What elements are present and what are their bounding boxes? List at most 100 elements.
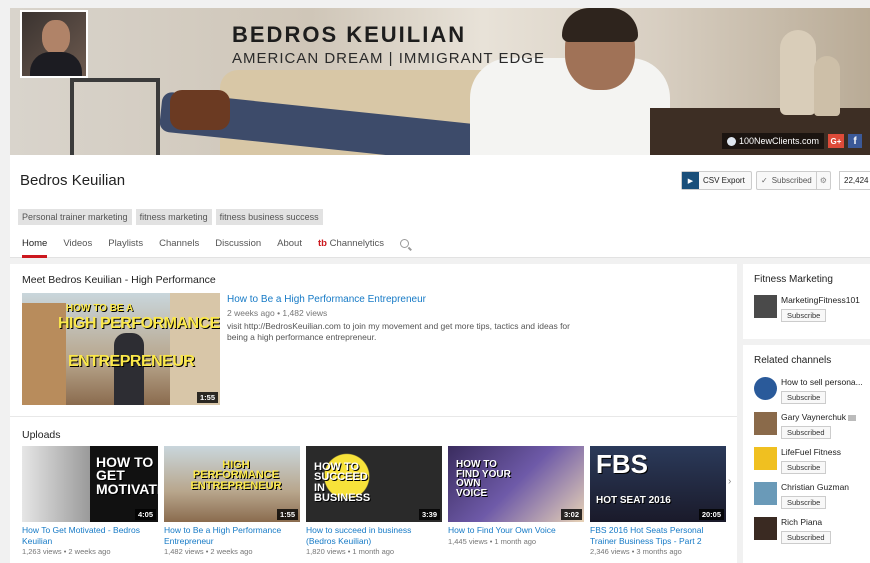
video-thumbnail[interactable]: HOW TO SUCCEED IN BUSINESS 3:39 bbox=[306, 446, 442, 522]
tab-discussion[interactable]: Discussion bbox=[215, 238, 261, 258]
tab-channelytics-label: Channelytics bbox=[329, 238, 384, 249]
website-link-label: 100NewClients.com bbox=[738, 136, 819, 146]
video-title[interactable]: FBS 2016 Hot Seats Personal Trainer Busi… bbox=[590, 525, 726, 546]
channel-item-name[interactable]: How to sell persona... bbox=[781, 377, 863, 387]
banner-hair bbox=[562, 8, 638, 42]
channel-item-name[interactable]: Gary Vaynerchuk bbox=[781, 412, 857, 422]
video-duration: 1:55 bbox=[276, 509, 298, 520]
video-duration: 3:02 bbox=[560, 509, 582, 520]
subscribe-button[interactable]: Subscribe bbox=[781, 461, 827, 474]
thumb-text: HIGH PERFORMANCE bbox=[58, 315, 220, 332]
video-thumbnail[interactable]: FBS HOT SEAT 2016 20:05 bbox=[590, 446, 726, 522]
channel-item-name[interactable]: MarketingFitness101 bbox=[781, 295, 860, 305]
channel-item-name[interactable]: LifeFuel Fitness bbox=[781, 447, 841, 457]
video-card[interactable]: HOW TO GET MOTIVATED 4:05 How To Get Mot… bbox=[22, 446, 158, 556]
search-icon[interactable] bbox=[399, 239, 409, 248]
subscribe-button[interactable]: Subscribe bbox=[781, 391, 827, 404]
fitness-marketing-panel: Fitness Marketing MarketingFitness101 Su… bbox=[743, 264, 870, 339]
subscribe-button[interactable]: Subscribe bbox=[781, 496, 827, 509]
channel-tag[interactable]: Personal trainer marketing bbox=[18, 209, 132, 225]
avatar[interactable] bbox=[754, 447, 777, 470]
video-thumbnail[interactable]: HOW TO FIND YOUR OWN VOICE 3:02 bbox=[448, 446, 584, 522]
video-thumbnail[interactable]: HIGH PERFORMANCE ENTREPRENEUR 1:55 bbox=[164, 446, 300, 522]
avatar-body bbox=[30, 52, 82, 76]
channel-item[interactable]: Gary Vaynerchuk Subscribed bbox=[754, 412, 857, 440]
thumb-text: HOW TO GET MOTIVATED bbox=[96, 454, 158, 497]
tab-about[interactable]: About bbox=[277, 238, 302, 258]
thumb-subtext: HOT SEAT 2016 bbox=[596, 495, 671, 506]
subscribed-button[interactable]: Subscribed bbox=[781, 426, 831, 439]
tab-home[interactable]: Home bbox=[22, 238, 48, 258]
csv-export-button[interactable]: ▶ CSV Export bbox=[681, 171, 752, 190]
related-channels-title: Related channels bbox=[754, 355, 832, 366]
channel-tag[interactable]: fitness marketing bbox=[135, 209, 212, 225]
channel-item[interactable]: Christian Guzman Subscribe bbox=[754, 482, 849, 510]
channel-name: Bedros Keuilian bbox=[20, 172, 126, 189]
subscribe-button[interactable]: Subscribe bbox=[781, 309, 827, 322]
channel-tag[interactable]: fitness business success bbox=[215, 209, 323, 225]
video-meta: 1,820 views • 1 month ago bbox=[306, 547, 395, 556]
video-duration: 1:55 bbox=[196, 392, 218, 403]
thumb-text: HOW TO BE A bbox=[66, 303, 134, 314]
tab-channels[interactable]: Channels bbox=[159, 238, 199, 258]
channel-item[interactable]: MarketingFitness101 Subscribe bbox=[754, 295, 860, 323]
video-thumbnail[interactable]: HOW TO GET MOTIVATED 4:05 bbox=[22, 446, 158, 522]
video-title[interactable]: How to Be a High Performance Entrepreneu… bbox=[164, 525, 300, 546]
avatar[interactable] bbox=[754, 295, 777, 318]
checkmark-icon: ✓ bbox=[761, 176, 768, 185]
channel-item[interactable]: Rich Piana Subscribed bbox=[754, 517, 831, 545]
thumb-text: ENTREPRENEUR bbox=[68, 353, 195, 370]
featured-section-title: Meet Bedros Keuilian - High Performance bbox=[22, 274, 216, 286]
video-card[interactable]: FBS HOT SEAT 2016 20:05 FBS 2016 Hot Sea… bbox=[590, 446, 726, 556]
website-link[interactable]: 100NewClients.com bbox=[721, 133, 824, 149]
tab-videos[interactable]: Videos bbox=[63, 238, 92, 258]
uploads-section-title[interactable]: Uploads bbox=[22, 429, 61, 441]
channel-item[interactable]: LifeFuel Fitness Subscribe bbox=[754, 447, 841, 475]
thumb-text: HIGH PERFORMANCE ENTREPRENEUR bbox=[190, 459, 282, 492]
avatar[interactable] bbox=[754, 482, 777, 505]
featured-video-meta: 2 weeks ago • 1,482 views bbox=[227, 308, 328, 318]
channel-avatar[interactable] bbox=[20, 10, 88, 78]
next-arrow-icon[interactable]: › bbox=[728, 476, 731, 487]
banner-statue bbox=[780, 30, 816, 115]
gear-icon[interactable]: ⚙ bbox=[815, 172, 830, 189]
channel-header: Bedros Keuilian ▶ CSV Export ✓ Subscribe… bbox=[10, 155, 870, 258]
avatar[interactable] bbox=[754, 517, 777, 540]
video-title[interactable]: How to succeed in business (Bedros Keuil… bbox=[306, 525, 442, 546]
csv-export-icon: ▶ bbox=[682, 172, 699, 189]
banner-links: 100NewClients.com G+ f bbox=[721, 133, 862, 149]
thumb-text: HOW TO SUCCEED IN BUSINESS bbox=[314, 461, 371, 505]
section-divider bbox=[10, 416, 737, 417]
channel-item-name[interactable]: Christian Guzman bbox=[781, 482, 849, 492]
tab-playlists[interactable]: Playlists bbox=[108, 238, 143, 258]
subscribed-button[interactable]: ✓ Subscribed ⚙ bbox=[756, 171, 831, 190]
tab-channelytics[interactable]: tb Channelytics bbox=[318, 238, 384, 258]
google-plus-icon[interactable]: G+ bbox=[828, 134, 844, 148]
facebook-icon[interactable]: f bbox=[848, 134, 862, 148]
video-duration: 4:05 bbox=[134, 509, 156, 520]
video-title[interactable]: How to Find Your Own Voice bbox=[448, 525, 584, 536]
video-card[interactable]: HIGH PERFORMANCE ENTREPRENEUR 1:55 How t… bbox=[164, 446, 300, 556]
featured-video-title[interactable]: How to Be a High Performance Entrepreneu… bbox=[227, 294, 426, 305]
subscribed-button[interactable]: Subscribed bbox=[781, 531, 831, 544]
avatar-face bbox=[42, 20, 70, 54]
banner-statue-small bbox=[814, 56, 840, 116]
video-meta: 2,346 views • 3 months ago bbox=[590, 547, 682, 556]
channel-tabs: Home Videos Playlists Channels Discussio… bbox=[22, 238, 409, 258]
channel-item[interactable]: How to sell persona... Subscribe bbox=[754, 377, 863, 405]
avatar[interactable] bbox=[754, 377, 777, 400]
csv-export-label: CSV Export bbox=[703, 176, 745, 185]
video-duration: 20:05 bbox=[698, 509, 724, 520]
subscriber-count: 22,424 bbox=[839, 171, 870, 190]
banner-shoes bbox=[170, 90, 230, 130]
thumb-building bbox=[170, 293, 220, 405]
verified-icon bbox=[848, 414, 857, 421]
video-card[interactable]: HOW TO FIND YOUR OWN VOICE 3:02 How to F… bbox=[448, 446, 584, 556]
video-title[interactable]: How To Get Motivated - Bedros Keuilian bbox=[22, 525, 158, 546]
featured-video-thumbnail[interactable]: HOW TO BE A HIGH PERFORMANCE ENTREPRENEU… bbox=[22, 293, 220, 405]
video-card[interactable]: HOW TO SUCCEED IN BUSINESS 3:39 How to s… bbox=[306, 446, 442, 556]
avatar[interactable] bbox=[754, 412, 777, 435]
channel-item-name[interactable]: Rich Piana bbox=[781, 517, 831, 527]
video-meta: 1,263 views • 2 weeks ago bbox=[22, 547, 111, 556]
subscribed-label: Subscribed bbox=[771, 176, 812, 185]
